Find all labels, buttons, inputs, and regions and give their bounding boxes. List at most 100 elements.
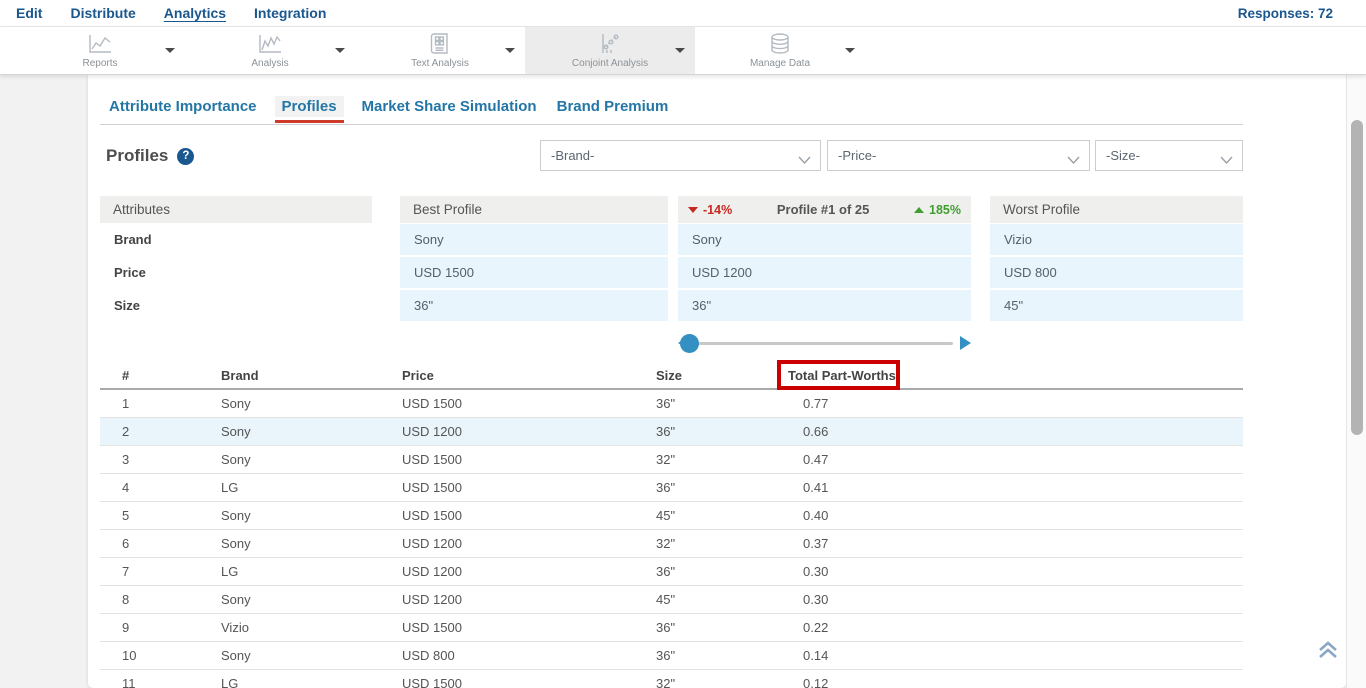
table-cell: 11 [122,670,136,688]
table-cell: 8 [122,586,129,614]
table-row[interactable]: 10SonyUSD 80036"0.14 [100,642,1243,670]
brand-filter-dropdown[interactable]: -Brand- [540,140,821,171]
table-cell: 4 [122,474,129,502]
scrollbar-thumb[interactable] [1351,120,1363,435]
chevron-down-icon[interactable] [505,48,515,53]
table-cell: 3 [122,446,129,474]
toolbar-item-conjoint-analysis[interactable]: Conjoint Analysis [525,27,695,74]
table-cell: 32" [656,670,675,688]
nav-item-integration[interactable]: Integration [254,5,326,21]
slider-track[interactable] [690,342,953,345]
best-profile-panel: Best Profile Sony USD 1500 36" [400,196,668,323]
table-cell: USD 800 [402,642,455,670]
tab-brand-premium[interactable]: Brand Premium [555,96,671,117]
table-cell: 0.47 [803,446,828,474]
table-cell: 32" [656,530,675,558]
table-row[interactable]: 8SonyUSD 120045"0.30 [100,586,1243,614]
column-header-number[interactable]: # [122,363,129,388]
attribute-label: Price [100,257,372,288]
profile-value: Sony [400,224,668,255]
triangle-down-icon [688,207,698,213]
table-row[interactable]: 9VizioUSD 150036"0.22 [100,614,1243,642]
table-cell: Sony [221,642,251,670]
table-cell: 45" [656,586,675,614]
table-cell: 9 [122,614,129,642]
page-title: Profiles [106,146,168,166]
table-row[interactable]: 2SonyUSD 120036"0.66 [100,418,1243,446]
increase-value: 185% [929,203,961,217]
vertical-scrollbar[interactable] [1346,75,1366,688]
toolbar-item-manage-data[interactable]: Manage Data [695,27,865,74]
profile-value: 36" [400,290,668,321]
profile-slider[interactable] [678,333,971,354]
table-cell: 0.37 [803,530,828,558]
panel-header: Attributes [100,196,372,223]
table-row[interactable]: 1SonyUSD 150036"0.77 [100,390,1243,418]
column-header-brand[interactable]: Brand [221,363,259,388]
conjoint-analysis-icon [596,31,624,57]
nav-item-edit[interactable]: Edit [16,5,42,21]
conjoint-subtabs: Attribute Importance Profiles Market Sha… [107,96,670,117]
tab-profiles[interactable]: Profiles [275,96,344,117]
chevron-down-icon[interactable] [335,48,345,53]
table-cell: USD 1500 [402,390,462,418]
table-cell: Sony [221,446,251,474]
table-cell: 6 [122,530,129,558]
toolbar-item-reports[interactable]: Reports [15,27,185,74]
table-cell: 36" [656,418,675,446]
table-cell: Vizio [221,614,249,642]
responses-count[interactable]: Responses: 72 [1238,6,1333,21]
price-filter-dropdown[interactable]: -Price- [827,140,1090,171]
profiles-table: # Brand Price Size Total Part-Worths 1So… [100,363,1243,688]
tab-attribute-importance[interactable]: Attribute Importance [107,96,259,117]
tabs-divider [100,124,1243,125]
chevron-down-icon [1220,152,1233,167]
profile-value: Sony [678,224,971,255]
slider-right-arrow-icon[interactable] [960,336,971,350]
slider-handle[interactable] [680,334,699,353]
chevron-down-icon[interactable] [675,48,685,53]
nav-item-distribute[interactable]: Distribute [70,5,135,21]
red-annotation-box [777,360,900,390]
table-cell: USD 1500 [402,474,462,502]
table-row[interactable]: 6SonyUSD 120032"0.37 [100,530,1243,558]
table-cell: 32" [656,446,675,474]
table-cell: USD 1200 [402,586,462,614]
panel-header: Worst Profile [990,196,1243,223]
column-header-price[interactable]: Price [402,363,434,388]
help-icon[interactable]: ? [177,148,194,165]
table-cell: 36" [656,558,675,586]
tab-market-share-simulation[interactable]: Market Share Simulation [360,96,539,117]
nav-item-analytics[interactable]: Analytics [164,5,226,21]
chevron-down-icon[interactable] [845,48,855,53]
scroll-to-top-button[interactable] [1317,640,1339,665]
profile-value: 45" [990,290,1243,321]
table-cell: USD 1200 [402,530,462,558]
attribute-label: Brand [100,224,372,255]
triangle-up-icon [914,207,924,213]
toolbar-item-text-analysis[interactable]: Text Analysis [355,27,525,74]
dropdown-value: -Brand- [551,148,594,163]
toolbar-item-label: Conjoint Analysis [572,58,648,69]
table-row[interactable]: 3SonyUSD 150032"0.47 [100,446,1243,474]
table-cell: 0.22 [803,614,828,642]
table-row[interactable]: 5SonyUSD 150045"0.40 [100,502,1243,530]
table-row[interactable]: 7LGUSD 120036"0.30 [100,558,1243,586]
column-header-size[interactable]: Size [656,363,682,388]
table-cell: USD 1500 [402,502,462,530]
profile-counter: Profile #1 of 25 [777,202,869,217]
table-cell: 0.30 [803,558,828,586]
size-filter-dropdown[interactable]: -Size- [1095,140,1243,171]
dropdown-value: -Size- [1106,148,1140,163]
panel-header: Best Profile [400,196,668,223]
table-cell: 45" [656,502,675,530]
table-cell: 5 [122,502,129,530]
table-row[interactable]: 4LGUSD 150036"0.41 [100,474,1243,502]
table-cell: 2 [122,418,129,446]
chevron-down-icon[interactable] [165,48,175,53]
toolbar-item-analysis[interactable]: Analysis [185,27,355,74]
table-cell: USD 1500 [402,670,462,688]
decrease-value: -14% [703,203,732,217]
table-row[interactable]: 11LGUSD 150032"0.12 [100,670,1243,688]
table-cell: USD 1200 [402,558,462,586]
